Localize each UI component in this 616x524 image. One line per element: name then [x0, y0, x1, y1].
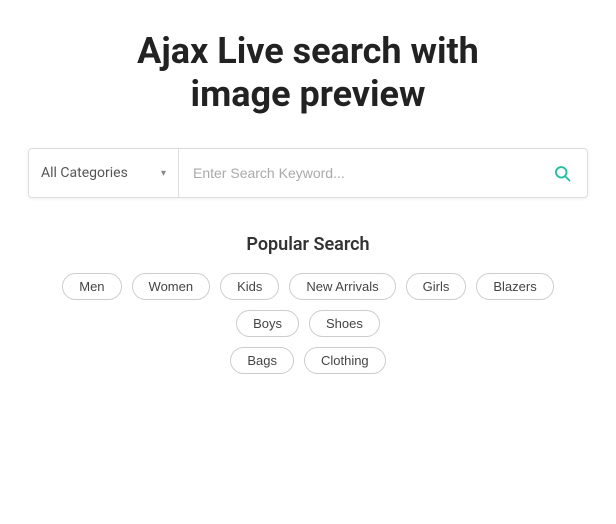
tags-row-1: Men Women Kids New Arrivals Girls Blazers Boys…	[28, 273, 588, 337]
category-label: All Categories	[41, 165, 153, 181]
search-input[interactable]	[179, 149, 537, 197]
tag-men[interactable]: Men	[62, 273, 121, 300]
tag-boys[interactable]: Boys	[236, 310, 299, 337]
tag-girls[interactable]: Girls	[406, 273, 467, 300]
tag-new-arrivals[interactable]: New Arrivals	[289, 273, 395, 300]
tag-shoes[interactable]: Shoes	[309, 310, 380, 337]
search-icon	[553, 164, 571, 182]
tag-clothing[interactable]: Clothing	[304, 347, 386, 374]
tag-kids[interactable]: Kids	[220, 273, 279, 300]
tags-row-2: Bags Clothing	[230, 347, 385, 374]
popular-search-title: Popular Search	[246, 234, 369, 255]
category-dropdown[interactable]: All Categories ▾	[29, 149, 179, 197]
tag-women[interactable]: Women	[132, 273, 211, 300]
tag-bags[interactable]: Bags	[230, 347, 294, 374]
page-wrapper: Ajax Live search withimage preview All C…	[0, 0, 616, 424]
search-bar: All Categories ▾	[28, 148, 588, 198]
chevron-down-icon: ▾	[161, 168, 166, 179]
page-title: Ajax Live search withimage preview	[137, 30, 479, 116]
search-button[interactable]	[537, 149, 587, 197]
popular-search-section: Popular Search Men Women Kids New Arrivals G…	[28, 234, 588, 384]
tag-blazers[interactable]: Blazers	[476, 273, 553, 300]
